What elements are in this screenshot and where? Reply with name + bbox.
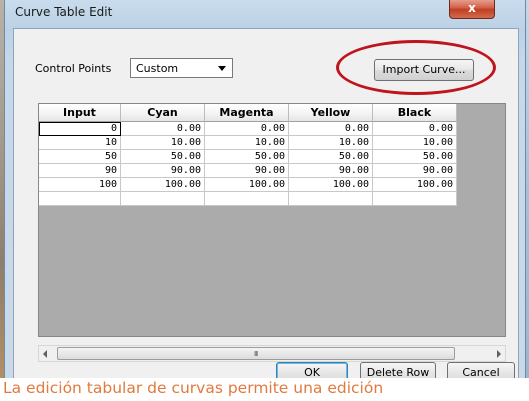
table-cell[interactable]: 100.00 [373, 178, 457, 192]
table-cell[interactable]: 90.00 [373, 164, 457, 178]
new-row-cell[interactable] [121, 192, 205, 206]
table-cell[interactable]: 10.00 [205, 136, 289, 150]
table-cell[interactable]: 10.00 [121, 136, 205, 150]
table-cell[interactable]: 50.00 [289, 150, 373, 164]
table-cell[interactable]: 50 [39, 150, 121, 164]
column-header[interactable]: Black [373, 104, 457, 122]
control-points-dropdown[interactable]: Custom [130, 58, 233, 78]
table-cell[interactable]: 50.00 [373, 150, 457, 164]
table-cell[interactable]: 90 [39, 164, 121, 178]
table-cell[interactable]: 90.00 [205, 164, 289, 178]
table-cell[interactable]: 90.00 [121, 164, 205, 178]
new-row-cell[interactable] [373, 192, 457, 206]
scroll-right-icon[interactable] [497, 350, 501, 358]
horizontal-scrollbar[interactable]: III [38, 345, 506, 362]
window-title: Curve Table Edit [15, 5, 113, 19]
close-icon: x [468, 1, 476, 15]
table-cell[interactable]: 100 [39, 178, 121, 192]
table-cell[interactable]: 100.00 [289, 178, 373, 192]
curve-table-edit-dialog: Curve Table Edit x Control Points Custom… [4, 0, 526, 384]
scrollbar-thumb[interactable]: III [57, 347, 455, 360]
table-cell[interactable]: 10 [39, 136, 121, 150]
table-cell[interactable]: 0.00 [121, 122, 205, 136]
caption-text: La edición tabular de curvas permite una… [3, 379, 384, 397]
highlight-ellipse [336, 40, 496, 95]
chevron-down-icon [218, 66, 226, 71]
table-cell[interactable]: 90.00 [289, 164, 373, 178]
caption-bar: La edición tabular de curvas permite una… [0, 378, 529, 401]
table-cell[interactable]: 0.00 [289, 122, 373, 136]
table-cell[interactable]: 0.00 [373, 122, 457, 136]
scrollbar-grip: III [254, 350, 258, 358]
new-row-cell[interactable] [289, 192, 373, 206]
column-header[interactable]: Cyan [121, 104, 205, 122]
screenshot: Curve Table Edit x Control Points Custom… [0, 0, 529, 401]
control-points-value: Custom [136, 62, 179, 75]
curve-table-grid[interactable]: Input Cyan Magenta Yellow Black 0 0.00 0.00 0.00… [38, 103, 506, 337]
table-cell[interactable]: 100.00 [121, 178, 205, 192]
column-header[interactable]: Magenta [205, 104, 289, 122]
control-points-label: Control Points [35, 62, 112, 75]
table-cell[interactable]: 10.00 [373, 136, 457, 150]
table-cell[interactable]: 0 [39, 122, 121, 136]
close-button[interactable]: x [449, 0, 495, 19]
table-cell[interactable]: 50.00 [205, 150, 289, 164]
table-cell[interactable]: 100.00 [205, 178, 289, 192]
new-row-cell[interactable] [39, 192, 121, 206]
table-cell[interactable]: 50.00 [121, 150, 205, 164]
scroll-left-icon[interactable] [43, 350, 47, 358]
new-row-cell[interactable] [205, 192, 289, 206]
table-cell[interactable]: 0.00 [205, 122, 289, 136]
table-cell[interactable]: 10.00 [289, 136, 373, 150]
column-header[interactable]: Input [39, 104, 121, 122]
column-header[interactable]: Yellow [289, 104, 373, 122]
